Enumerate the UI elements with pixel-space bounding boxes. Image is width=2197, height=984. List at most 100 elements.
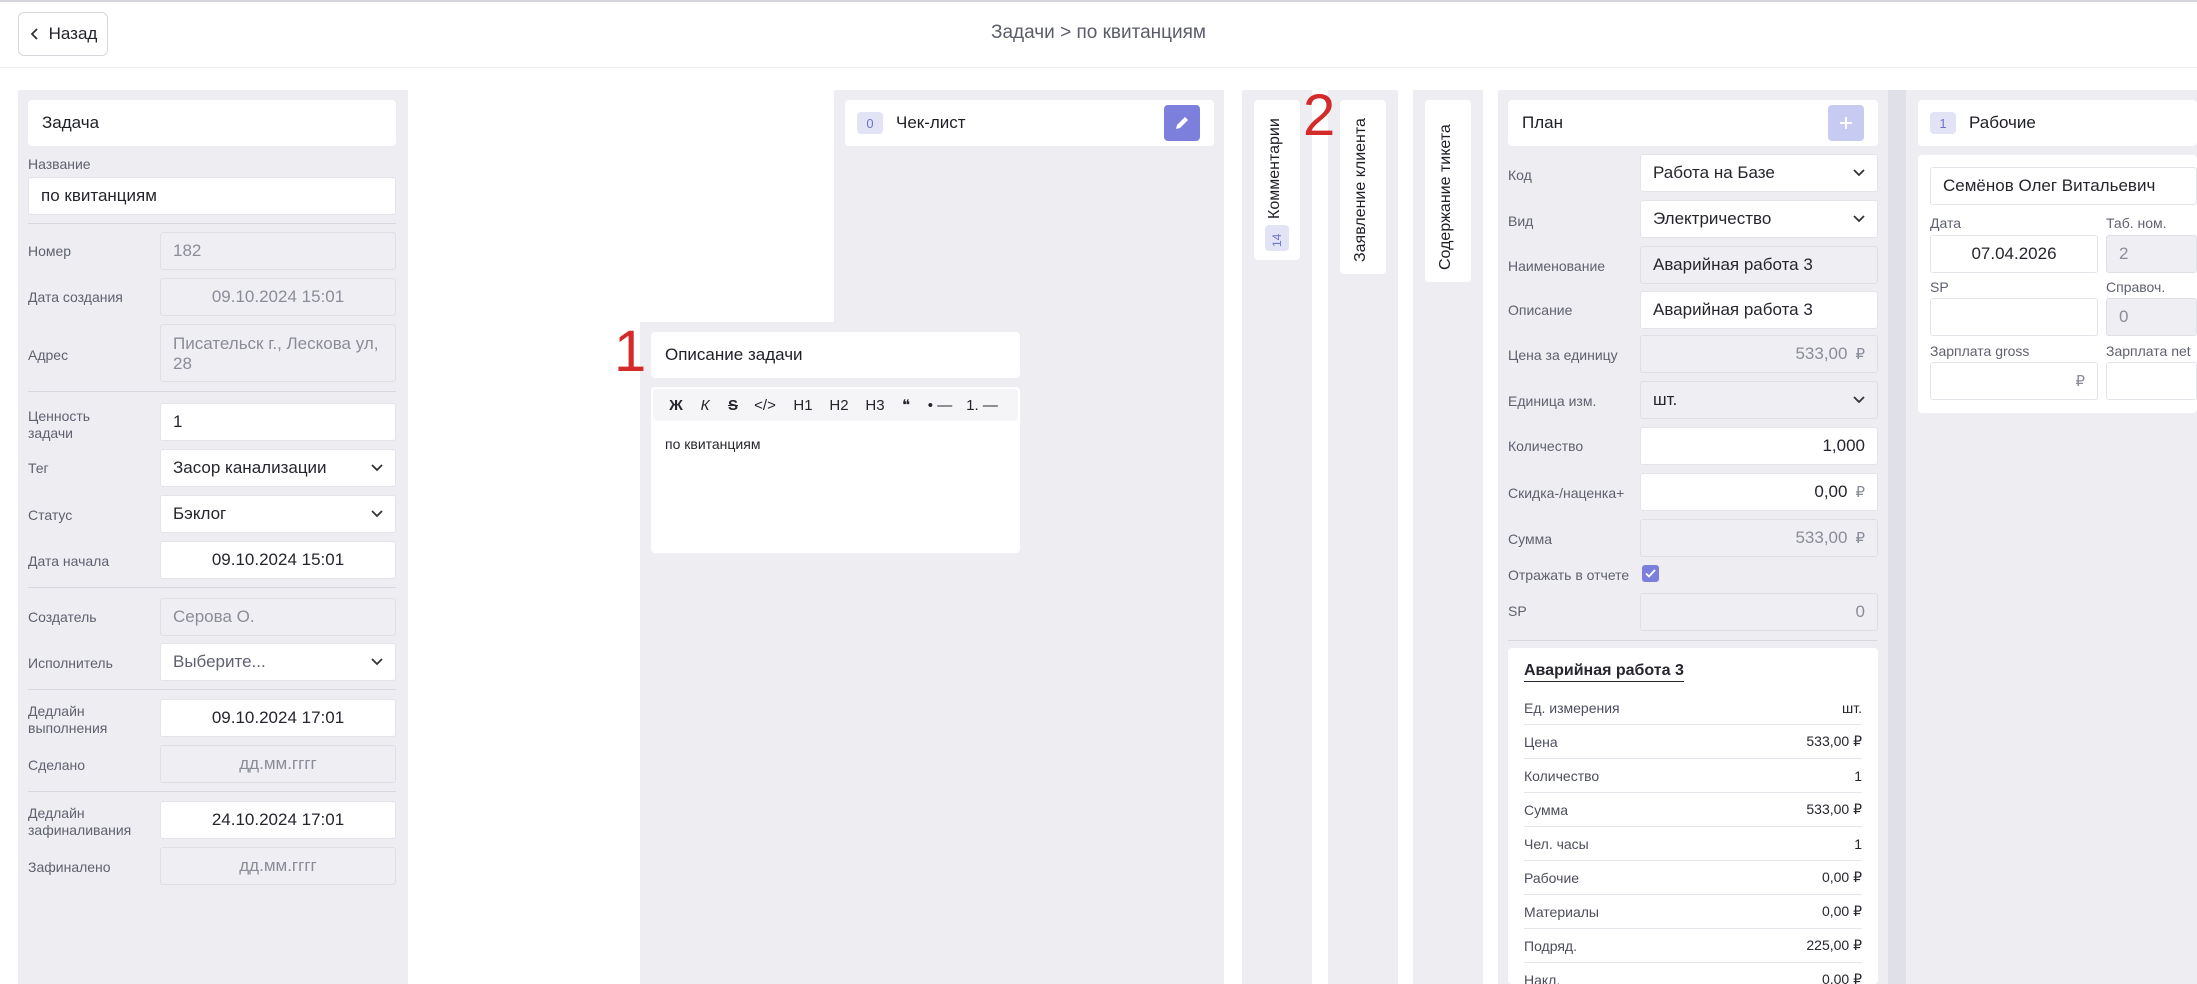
number-label: Номер: [28, 243, 72, 259]
worker-date-input[interactable]: 07.04.2026: [1930, 235, 2098, 273]
creator-field: Серова О.: [160, 598, 396, 636]
kind-select[interactable]: Электричество: [1640, 200, 1878, 238]
worker-date-label: Дата: [1930, 215, 1962, 231]
report-label: Отражать в отчете: [1508, 567, 1630, 583]
summary-row-value: 0,00 ₽: [1821, 903, 1862, 919]
plus-icon: [1840, 117, 1852, 129]
summary-row: Сумма 533,00 ₽: [1524, 793, 1862, 827]
deadline-exec-label: Дедлайн выполнения: [28, 703, 108, 736]
sum-label: Сумма: [1508, 531, 1552, 547]
edit-checklist-button[interactable]: [1164, 105, 1200, 141]
item-desc-label: Описание: [1508, 302, 1573, 318]
summary-row: Чел. часы 1: [1524, 827, 1862, 861]
item-name-field: Аварийная работа 3: [1640, 246, 1878, 284]
editor-toolbar: Ж К S </> H1 H2 H3 ❝ • — 1. —: [653, 389, 1018, 421]
summary-row: Количество 1: [1524, 759, 1862, 793]
number-field: 182: [160, 232, 396, 270]
summary-row: Материалы 0,00 ₽: [1524, 895, 1862, 929]
chevron-down-icon: [371, 510, 383, 518]
divider: [28, 791, 396, 792]
report-checkbox[interactable]: [1642, 565, 1659, 582]
comments-count: 14: [1270, 233, 1284, 247]
checklist-count: 0: [857, 112, 883, 134]
qty-input[interactable]: 1,000: [1640, 427, 1878, 465]
worker-sp-label: SP: [1930, 279, 1949, 295]
deadline-final-label: Дедлайн зафиналивания: [28, 805, 132, 838]
assignee-select[interactable]: Выберите...: [160, 643, 396, 681]
worker-sp-input[interactable]: [1930, 298, 2098, 336]
checklist-panel-lower: [1035, 322, 1224, 984]
summary-row-value: 533,00 ₽: [1806, 733, 1862, 749]
summary-row-label: Чел. часы: [1524, 835, 1589, 852]
h3-button[interactable]: H3: [857, 397, 893, 414]
bullet-list-button[interactable]: • —: [919, 397, 961, 414]
checklist-title: Чек-лист: [896, 113, 966, 132]
name-label: Название: [28, 156, 91, 172]
unit-select[interactable]: шт.: [1640, 381, 1878, 419]
start-date-input[interactable]: 09.10.2024 15:01: [160, 541, 396, 579]
summary-row-value: 0,00 ₽: [1821, 869, 1862, 885]
summary-row: Ед. измерения шт.: [1524, 691, 1862, 725]
assignee-value: Выберите...: [173, 652, 266, 671]
plan-header: План: [1508, 100, 1878, 146]
finalized-label: Зафиналено: [28, 859, 111, 875]
address-field: Писательск г., Лескова ул, 28: [160, 324, 396, 382]
unit-price-label: Цена за единицу: [1508, 347, 1618, 363]
summary-row: Подряд. 225,00 ₽: [1524, 929, 1862, 963]
code-select[interactable]: Работа на Базе: [1640, 154, 1878, 192]
worker-net-input[interactable]: [2106, 362, 2197, 400]
tag-select[interactable]: Засор канализации: [160, 449, 396, 487]
deadline-final-input[interactable]: 24.10.2024 17:01: [160, 801, 396, 839]
description-text[interactable]: по квитанциям: [665, 436, 760, 452]
summary-row-label: Накл.: [1524, 971, 1561, 984]
value-label: Ценность задачи: [28, 408, 91, 441]
sum-currency: ₽: [1855, 530, 1865, 547]
divider: [28, 391, 396, 392]
deadline-exec-input[interactable]: 09.10.2024 17:01: [160, 699, 396, 737]
task-panel: Задача Название по квитанциям Номер 182 …: [18, 90, 408, 984]
value-input[interactable]: 1: [160, 403, 396, 441]
discount-currency: ₽: [1855, 484, 1865, 501]
discount-label: Скидка-/наценка+: [1508, 485, 1625, 501]
discount-input[interactable]: 0,00 ₽: [1640, 473, 1878, 511]
kind-label: Вид: [1508, 213, 1534, 229]
code-button[interactable]: </>: [745, 397, 785, 414]
chevron-down-icon: [371, 464, 383, 472]
summary-row-label: Цена: [1524, 733, 1558, 750]
divider: [1508, 640, 1878, 641]
worker-name-field[interactable]: Семёнов Олег Витальевич: [1930, 167, 2197, 205]
add-plan-button[interactable]: [1828, 105, 1864, 141]
chevron-down-icon: [1853, 396, 1865, 404]
created-field: 09.10.2024 15:01: [160, 278, 396, 316]
bold-button[interactable]: Ж: [663, 397, 689, 414]
ordered-list-button[interactable]: 1. —: [961, 397, 1003, 414]
divider: [28, 689, 396, 690]
italic-button[interactable]: К: [689, 397, 721, 414]
worker-gross-currency: ₽: [2075, 373, 2085, 390]
h2-button[interactable]: H2: [821, 397, 857, 414]
status-select[interactable]: Бэклог: [160, 495, 396, 533]
tag-value: Засор канализации: [173, 458, 327, 477]
summary-row-label: Рабочие: [1524, 869, 1580, 886]
h1-button[interactable]: H1: [785, 397, 821, 414]
assignee-label: Исполнитель: [28, 655, 113, 671]
summary-row-label: Количество: [1524, 767, 1600, 784]
worker-gross-input[interactable]: ₽: [1930, 362, 2098, 400]
chevron-down-icon: [371, 658, 383, 666]
done-input[interactable]: дд.мм.гггг: [160, 745, 396, 783]
item-desc-input[interactable]: Аварийная работа 3: [1640, 291, 1878, 329]
strike-button[interactable]: S: [721, 397, 745, 414]
comments-title: Комментарии: [1266, 118, 1283, 219]
finalized-input[interactable]: дд.мм.гггг: [160, 847, 396, 885]
address-value: Писательск г., Лескова ул, 28: [173, 334, 379, 373]
summary-row-label: Ед. измерения: [1524, 699, 1620, 716]
quote-button[interactable]: ❝: [893, 396, 919, 414]
summary-row: Накл. 0,00 ₽: [1524, 963, 1862, 984]
created-label: Дата создания: [28, 289, 123, 305]
unit-label: Единица изм.: [1508, 393, 1597, 409]
check-icon: [1645, 569, 1656, 578]
creator-label: Создатель: [28, 609, 97, 625]
plan-title: План: [1522, 113, 1563, 132]
name-input[interactable]: по квитанциям: [28, 177, 396, 215]
unit-price-field: 533,00 ₽: [1640, 335, 1878, 373]
